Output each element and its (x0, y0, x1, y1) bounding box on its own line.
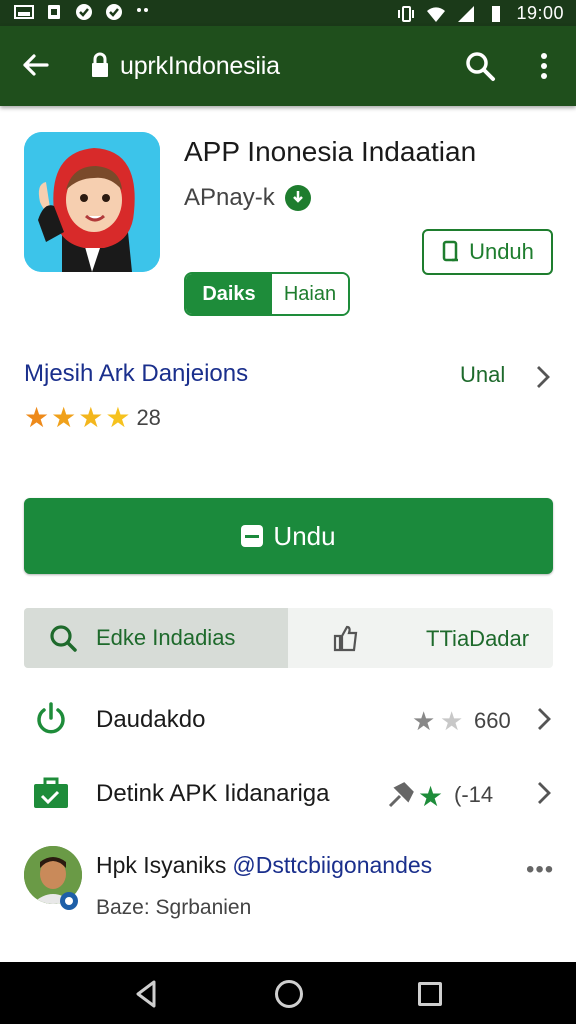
hijab-avatar-illustration (24, 132, 160, 272)
nav-recents-icon[interactable] (418, 982, 442, 1006)
tab-rating-label: TTiaDadar (426, 626, 530, 651)
check-circle-icon (106, 4, 122, 20)
power-icon (37, 702, 65, 734)
battery-icon (492, 5, 501, 22)
clock: 19:00 (516, 3, 564, 23)
list-item[interactable]: Daudakdo ★ ★ 660 (0, 690, 576, 750)
svg-text:★: ★ (440, 708, 463, 734)
dots-icon (137, 8, 148, 12)
svg-text:★: ★ (418, 781, 443, 810)
unduh-outline-button[interactable]: Unduh (422, 229, 553, 275)
image-icon (14, 5, 34, 19)
phone-icon (442, 240, 459, 262)
lock-icon (92, 52, 108, 77)
chevron-right-icon[interactable] (534, 364, 552, 390)
info-title[interactable]: Mjesih Ark Danjeions (24, 360, 248, 388)
chevron-right-icon (538, 708, 551, 730)
tab-rating[interactable]: TTiaDadar (288, 608, 553, 668)
sim-icon (48, 5, 60, 19)
developer-name[interactable]: APnay-k (184, 184, 275, 212)
big-download-label: Undu (273, 520, 336, 551)
svg-text:★: ★ (412, 708, 435, 734)
system-nav-bar (0, 962, 576, 1024)
comment-author-name[interactable]: Hpk Isyaniks (96, 852, 226, 879)
segment-active[interactable]: Daiks (186, 274, 272, 314)
star-pair-icon: ★ ★ (412, 708, 463, 734)
status-bar: 19:00 (0, 0, 576, 26)
list-item[interactable]: Detink APK Iidanariga ★ (-14 (0, 764, 576, 824)
big-download-button[interactable]: Undu (24, 498, 553, 574)
comment-author-handle[interactable]: @Dsttcbiigonandes (232, 852, 432, 879)
app-icon[interactable] (24, 132, 160, 272)
star-filled-icon: ★ (51, 402, 77, 433)
list-item-label: Detink APK Iidanariga (96, 780, 330, 807)
comment-subtitle: Baze: Sgrbanien (96, 896, 252, 919)
signal-icon (458, 5, 475, 22)
nav-home-icon[interactable] (275, 980, 303, 1008)
wifi-icon (427, 6, 446, 22)
tab-search[interactable]: Edke Indadias (24, 608, 288, 668)
list-item-value: 660 (474, 708, 511, 733)
more-horiz-icon[interactable]: ••• (526, 856, 554, 884)
check-circle-icon (76, 4, 92, 20)
briefcase-icon (34, 777, 68, 808)
thumbs-up-icon (333, 625, 358, 652)
star-filled-icon: ★ (24, 402, 50, 433)
segment-inactive[interactable]: Haian (272, 274, 348, 314)
nav-back-icon[interactable] (134, 980, 158, 1008)
pin-star-icon: ★ (388, 781, 443, 810)
unduh-outline-label: Unduh (469, 239, 534, 264)
list-item-label: Daudakdo (96, 706, 206, 733)
back-arrow-icon[interactable] (20, 50, 50, 80)
star-filled-icon: ★ (78, 402, 104, 433)
rating-row: ★ ★ ★ ★ 28 (24, 404, 161, 432)
star-filled-icon: ★ (105, 402, 131, 433)
verified-icon (284, 185, 311, 211)
search-icon[interactable] (464, 50, 496, 82)
list-item-value: (-14 (454, 782, 494, 807)
status-left-icons (14, 4, 154, 20)
tab-search-label: Edke Indadias (96, 625, 236, 650)
verified-badge-icon (60, 892, 78, 910)
app-title: APP Inonesia Indaatian (184, 136, 477, 167)
more-vert-icon[interactable] (532, 50, 556, 82)
chevron-right-icon (538, 782, 551, 804)
address-bar-url[interactable]: uprkIndonesiia (120, 52, 280, 81)
comment-author: Hpk Isyaniks @Dsttcbiigonandes (96, 852, 432, 879)
tabs-bar: Edke Indadias TTiaDadar (24, 608, 553, 668)
status-right-icons: 19:00 (396, 3, 564, 24)
segmented-toggle: Daiks Haian (184, 272, 350, 316)
download-icon (241, 525, 264, 547)
search-icon (50, 625, 77, 652)
developer-row[interactable]: APnay-k (184, 184, 311, 212)
browser-app-bar: uprkIndonesiia (0, 26, 576, 106)
info-link[interactable]: Unal (460, 362, 505, 388)
rating-count: 28 (136, 405, 161, 430)
vibrate-icon (398, 5, 415, 22)
